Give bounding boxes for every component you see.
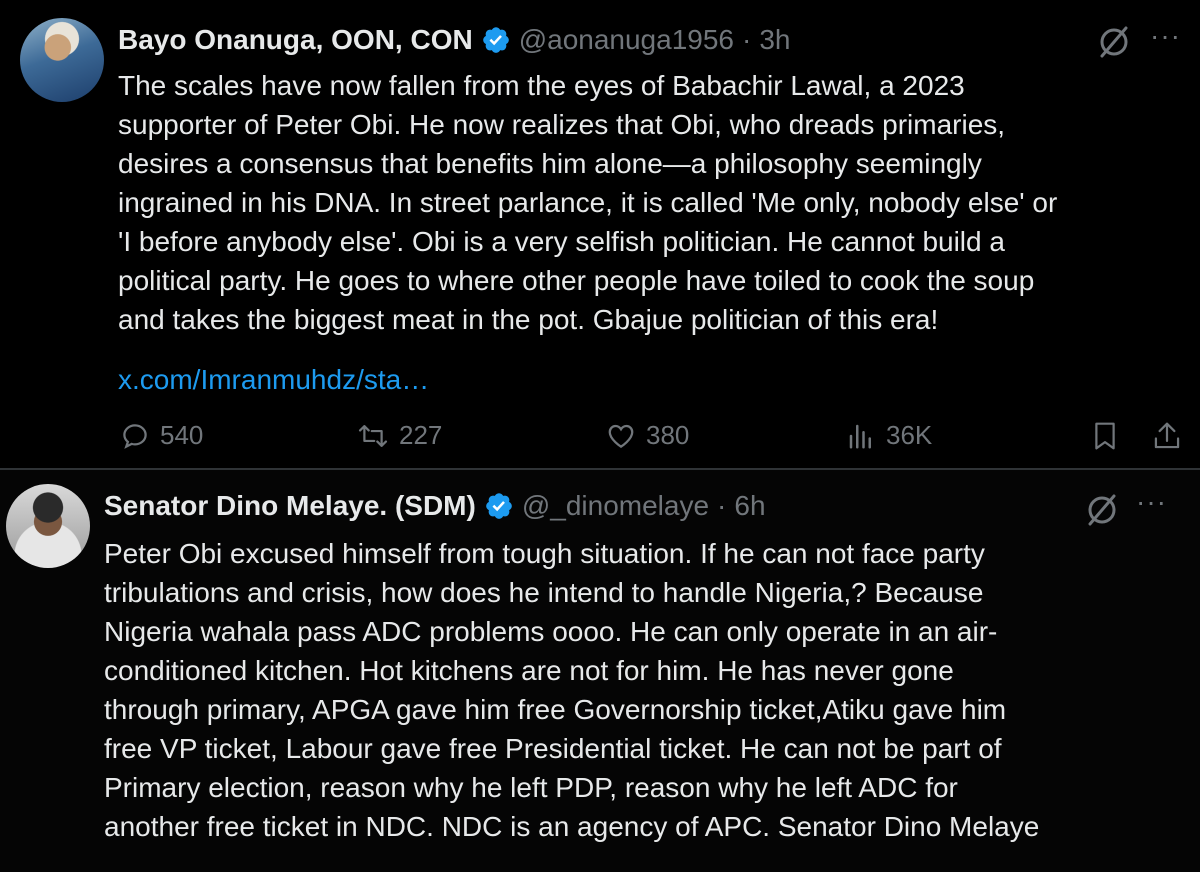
- verified-badge-icon: [486, 493, 512, 519]
- author-handle[interactable]: @aonanuga1956: [519, 24, 734, 56]
- tweet-text: Peter Obi excused himself from tough sit…: [104, 538, 1040, 842]
- verified-badge-icon: [482, 27, 509, 53]
- views-icon: [849, 424, 871, 448]
- reply-button[interactable]: 540: [120, 420, 203, 451]
- action-bar: 540 227 380 36K: [0, 420, 1200, 464]
- avatar[interactable]: [6, 484, 90, 568]
- repost-icon: [358, 424, 388, 447]
- views-button[interactable]: 36K: [846, 420, 932, 451]
- timestamp[interactable]: 6h: [734, 490, 765, 522]
- share-icon: [1154, 422, 1180, 449]
- bookmark-button[interactable]: [1090, 420, 1130, 452]
- author-handle[interactable]: @_dinomelaye: [522, 490, 709, 522]
- repost-button[interactable]: 227: [357, 420, 442, 451]
- repost-count: 227: [399, 420, 443, 450]
- avatar[interactable]: [20, 18, 104, 102]
- like-icon: [608, 424, 634, 448]
- tweet-dino-melaye[interactable]: Senator Dino Melaye. (SDM) @_dinomelaye …: [0, 470, 1200, 872]
- reply-icon: [123, 423, 147, 449]
- like-button[interactable]: 380: [606, 420, 689, 451]
- share-button[interactable]: [1152, 420, 1192, 452]
- like-count: 380: [646, 420, 690, 450]
- author-name[interactable]: Senator Dino Melaye. (SDM): [104, 490, 476, 522]
- timestamp[interactable]: 3h: [759, 24, 790, 56]
- author-name[interactable]: Bayo Onanuga, OON, CON: [118, 24, 473, 56]
- bookmark-icon: [1095, 422, 1115, 450]
- tweet-bayo-onanuga[interactable]: Bayo Onanuga, OON, CON @aonanuga1956 · 3…: [0, 0, 1200, 468]
- grok-icon[interactable]: [1094, 22, 1134, 62]
- views-count: 36K: [886, 420, 933, 450]
- tweet-header: Senator Dino Melaye. (SDM) @_dinomelaye …: [104, 486, 766, 526]
- separator-dot: ·: [717, 490, 727, 521]
- grok-icon[interactable]: [1082, 490, 1122, 530]
- tweet-text: The scales have now fallen from the eyes…: [118, 70, 1058, 335]
- tweet-link[interactable]: x.com/Imranmuhdz/sta…: [118, 360, 429, 399]
- tweet-header: Bayo Onanuga, OON, CON @aonanuga1956 · 3…: [118, 20, 790, 60]
- separator-dot: ·: [742, 24, 752, 55]
- more-icon[interactable]: ···: [1150, 22, 1181, 50]
- reply-count: 540: [160, 420, 204, 450]
- more-icon[interactable]: ···: [1136, 488, 1167, 516]
